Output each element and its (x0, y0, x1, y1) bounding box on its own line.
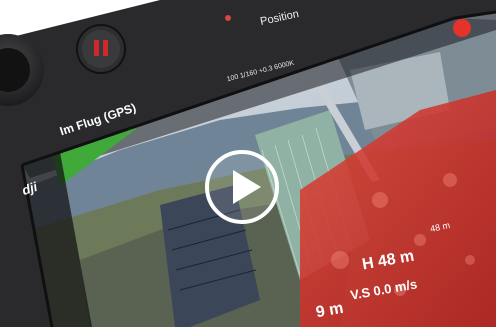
play-icon[interactable] (203, 148, 281, 226)
photo-scene: Im Flug (GPS) Position 100 1/160 +0.3 60… (0, 0, 496, 327)
record-button[interactable] (453, 19, 471, 37)
pause-button[interactable] (76, 24, 126, 74)
pause-icon (94, 40, 99, 56)
